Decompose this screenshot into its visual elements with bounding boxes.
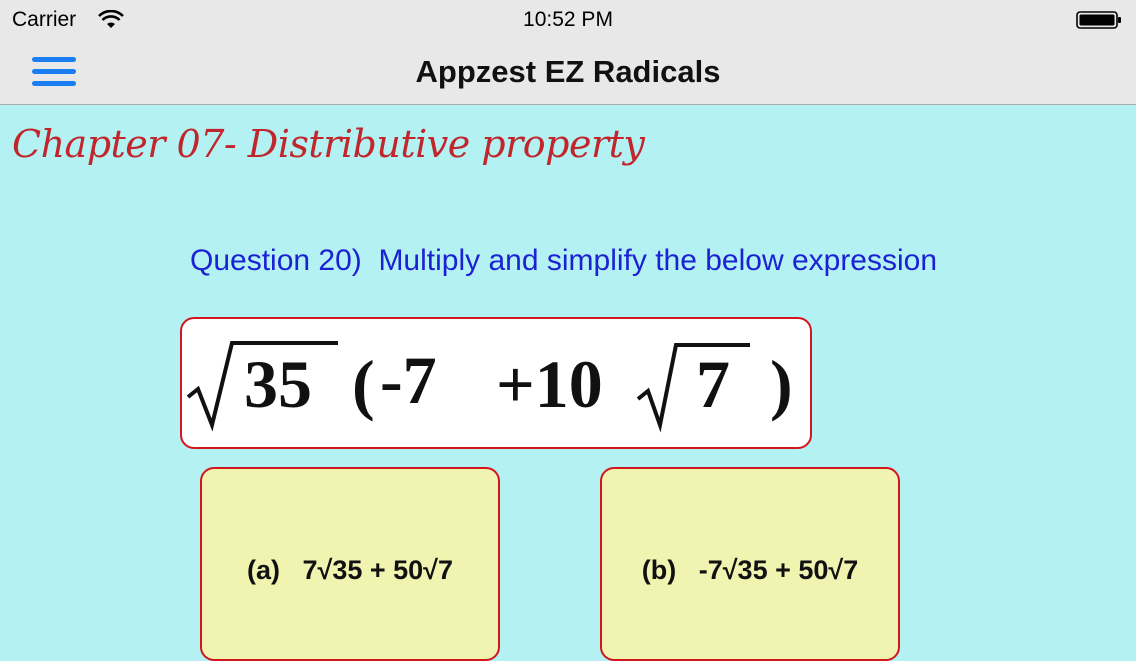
- status-time: 10:52 PM: [523, 8, 613, 31]
- open-paren: (: [352, 346, 375, 422]
- radical-sign-icon: [636, 343, 750, 433]
- navigation-bar: Appzest EZ Radicals: [0, 40, 1136, 105]
- answer-option-b[interactable]: (b) -7√35 + 50√7: [600, 467, 900, 661]
- question-text: Question 20) Multiply and simplify the b…: [190, 244, 938, 277]
- status-bar: Carrier 10:52 PM: [0, 0, 1136, 40]
- nav-title: Appzest EZ Radicals: [415, 54, 721, 89]
- radicand-2: 7: [696, 346, 730, 422]
- term-1: -7: [380, 342, 437, 418]
- chapter-title: Chapter 07- Distributive property: [12, 122, 645, 166]
- battery-icon: [1076, 11, 1122, 29]
- answer-b-label: (b) -7√35 + 50√7: [641, 555, 859, 585]
- plus-term: +10: [496, 346, 603, 422]
- expression-graphic: 35 ( -7 +10 7 ): [186, 341, 793, 433]
- expression-box: 35 ( -7 +10 7 ): [180, 317, 812, 449]
- radicand-1: 35: [244, 346, 312, 422]
- close-paren: ): [770, 346, 793, 422]
- answer-option-a[interactable]: (a) 7√35 + 50√7: [200, 467, 500, 661]
- answer-a-label: (a) 7√35 + 50√7: [246, 555, 453, 585]
